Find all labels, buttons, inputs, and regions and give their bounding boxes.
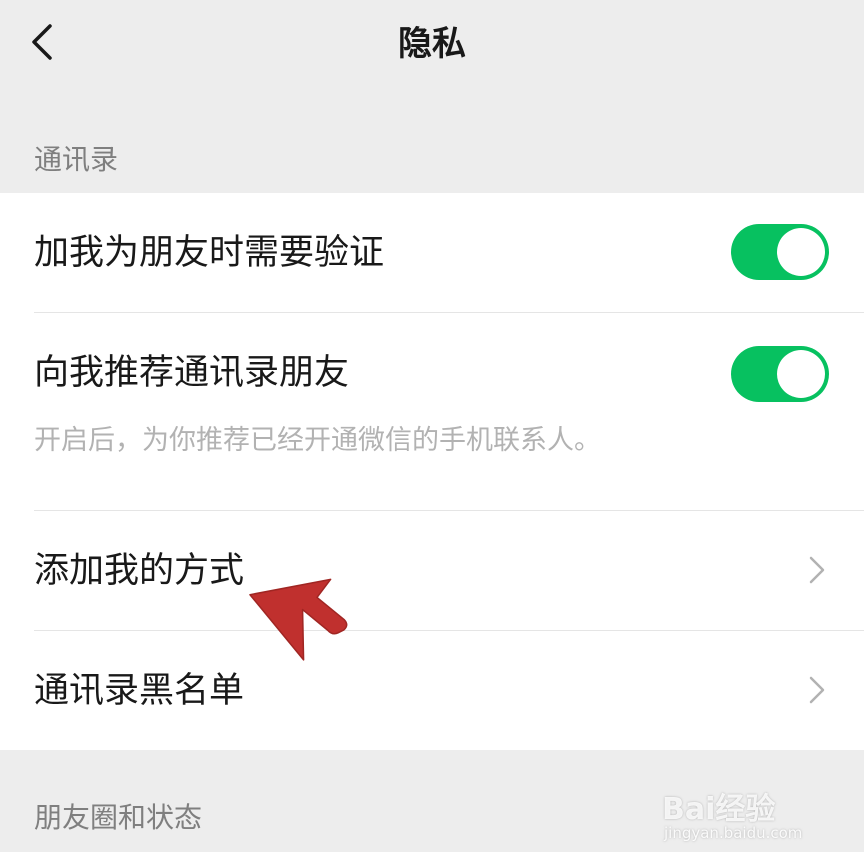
recommend-contacts-toggle[interactable] [731,346,829,402]
page-title: 隐私 [398,24,466,64]
baidu-jingyan-watermark: Bai经验 jingyan.baidu.com [662,770,822,850]
chevron-right-icon [809,556,825,584]
toggle-knob [777,228,825,276]
chevron-right-icon [809,676,825,704]
contacts-settings-card: 加我为朋友时需要验证 向我推荐通讯录朋友 开启后，为你推荐已经开通微信的手机联系… [0,193,864,750]
watermark-url: jingyan.baidu.com [664,824,803,842]
toggle-knob [777,350,825,398]
navigation-bar: 隐私 [0,0,864,94]
setting-row-add-me-methods[interactable]: 添加我的方式 [0,511,864,631]
setting-description-recommend-contacts: 开启后，为你推荐已经开通微信的手机联系人。 [34,425,601,456]
setting-row-contacts-blacklist[interactable]: 通讯录黑名单 [0,631,864,750]
moments-settings-card [0,852,864,864]
setting-label-contacts-blacklist: 通讯录黑名单 [34,671,245,711]
red-arrow-icon [249,578,348,661]
section-header-moments: 朋友圈和状态 [34,801,203,834]
verify-friend-toggle[interactable] [731,224,829,280]
setting-row-verify-friend: 加我为朋友时需要验证 [0,193,864,313]
watermark-brand: Bai经验 [662,792,776,827]
setting-row-recommend-contacts: 向我推荐通讯录朋友 开启后，为你推荐已经开通微信的手机联系人。 [0,313,864,511]
section-header-contacts: 通讯录 [34,143,119,176]
setting-label-recommend-contacts: 向我推荐通讯录朋友 [34,353,350,393]
setting-label-verify-friend: 加我为朋友时需要验证 [34,233,385,273]
setting-label-add-me-methods: 添加我的方式 [34,551,245,591]
